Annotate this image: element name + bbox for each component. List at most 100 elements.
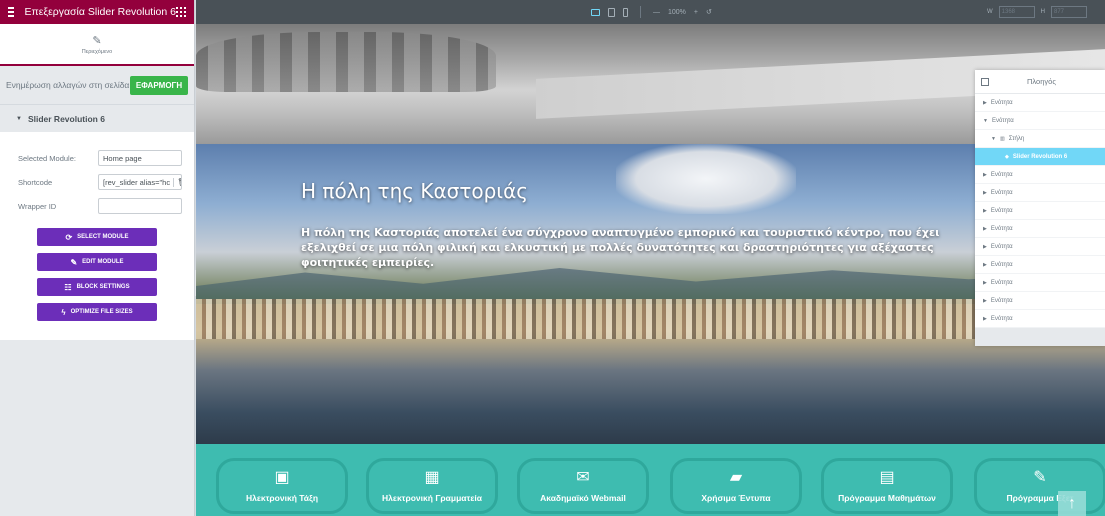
- module-buttons: ⟳ SELECT MODULE ✎ EDIT MODULE ☷ BLOCK SETTI…: [0, 228, 194, 321]
- pencil-icon: ✎: [92, 34, 102, 47]
- refresh-icon: ⟳: [65, 232, 73, 242]
- preview-canvas: Η πόλη της Καστοριάς Η πόλη της Καστοριά…: [196, 24, 1105, 516]
- navigator-item[interactable]: ▶ Ενότητα: [975, 202, 1105, 220]
- width-input[interactable]: 1368: [998, 6, 1035, 18]
- quick-link-label: Ηλεκτρονική Τάξη: [245, 493, 319, 503]
- select-module-button[interactable]: ⟳ SELECT MODULE: [37, 228, 157, 246]
- widgets-grid-icon[interactable]: [176, 7, 186, 17]
- navigator-item-label: Ενότητα: [990, 207, 1013, 214]
- selected-module-field: Selected Module: Home page: [0, 146, 194, 170]
- navigator-item-label: Ενότητα: [990, 225, 1013, 232]
- navigator-item[interactable]: ▶ Ενότητα: [975, 94, 1105, 112]
- caret-right-icon: ▶: [983, 189, 987, 196]
- navigator-resize-handle[interactable]: [975, 328, 1105, 346]
- panel-header: Επεξεργασία Slider Revolution 6: [0, 0, 194, 24]
- navigator-item-label: Ενότητα: [990, 315, 1013, 322]
- optimize-file-sizes-button[interactable]: ϟ OPTIMIZE FILE SIZES: [37, 303, 157, 321]
- navigator-item[interactable]: ▶ Ενότητα: [975, 184, 1105, 202]
- caret-down-icon: ▼: [16, 115, 22, 122]
- wrapper-id-input[interactable]: [98, 198, 182, 214]
- navigator-item[interactable]: ▶ Ενότητα: [975, 292, 1105, 310]
- field-label: Shortcode: [18, 177, 53, 187]
- navigator-item[interactable]: ▶ Ενότητα: [975, 310, 1105, 328]
- header-photo: [196, 24, 1105, 144]
- navigator-item-label: Ενότητα: [990, 261, 1013, 268]
- reset-zoom-icon[interactable]: ↺: [706, 8, 712, 16]
- quick-link-secretariat[interactable]: ▦ Ηλεκτρονική Γραμματεία: [366, 458, 498, 514]
- navigator-item-selected[interactable]: ◈ Slider Revolution 6: [975, 148, 1105, 166]
- zoom-in-icon[interactable]: +: [694, 9, 698, 16]
- shortcode-input[interactable]: [rev_slider alias="hc 🗑: [98, 174, 182, 190]
- quick-link-schedule[interactable]: ▤ Πρόγραμμα Μαθημάτων: [821, 458, 953, 514]
- width-label: W: [986, 9, 993, 15]
- section-toggle[interactable]: ▼ Slider Revolution 6: [0, 104, 194, 132]
- navigator-item[interactable]: ▶ Ενότητα: [975, 166, 1105, 184]
- calendar-icon: ▤: [879, 469, 895, 486]
- height-label: H: [1040, 9, 1045, 15]
- desktop-icon[interactable]: [591, 8, 600, 16]
- editor-panel: Επεξεργασία Slider Revolution 6 ✎ Περιεχ…: [0, 0, 195, 516]
- quick-link-label: Ηλεκτρονική Γραμματεία: [382, 493, 482, 503]
- quick-link-label: Χρήσιμα Έντυπα: [701, 493, 771, 503]
- hero-text: Η πόλη της Καστοριάς αποτελεί ένα σύγχρο…: [301, 226, 940, 269]
- button-label: SELECT MODULE: [77, 234, 129, 240]
- bolt-icon: ϟ: [61, 307, 66, 317]
- hero-title: Η πόλη της Καστοριάς: [301, 179, 528, 203]
- navigator-item-label: Ενότητα: [991, 117, 1014, 124]
- pencil-icon: ✎: [1033, 469, 1047, 486]
- navigator-item-label: Slider Revolution 6: [1012, 153, 1068, 160]
- edit-module-button[interactable]: ✎ EDIT MODULE: [37, 253, 157, 271]
- quick-link-eclass[interactable]: ▣ Ηλεκτρονική Τάξη: [216, 458, 348, 514]
- tablet-icon[interactable]: [608, 7, 615, 17]
- photo-trees: [196, 32, 496, 92]
- navigator-header[interactable]: Πλοηγός: [975, 70, 1105, 94]
- caret-right-icon: ▶: [983, 225, 987, 232]
- tab-content[interactable]: ✎ Περιεχόμενο: [0, 24, 194, 66]
- apply-button[interactable]: ΕΦΑΡΜΟΓΗ: [130, 75, 188, 95]
- arrow-up-icon: ↑: [1068, 494, 1076, 512]
- navigator-item[interactable]: ▶ Ενότητα: [975, 238, 1105, 256]
- shortcode-value: [rev_slider alias="hc: [103, 177, 171, 187]
- scroll-to-top-button[interactable]: ↑: [1058, 491, 1086, 516]
- navigator-item[interactable]: ▶ Ενότητα: [975, 274, 1105, 292]
- zoom-level: 100%: [668, 8, 686, 16]
- navigator-item-label: Ενότητα: [990, 171, 1013, 178]
- button-label: OPTIMIZE FILE SIZES: [70, 309, 133, 315]
- navigator-item[interactable]: ▶ Ενότητα: [975, 256, 1105, 274]
- section-body: Selected Module: Home page Shortcode [re…: [0, 132, 194, 340]
- navigator-item-label: Ενότητα: [990, 279, 1013, 286]
- navigator-item[interactable]: ▼ Ενότητα: [975, 112, 1105, 130]
- trash-icon[interactable]: 🗑: [173, 177, 181, 187]
- selected-module-input[interactable]: Home page: [98, 150, 182, 166]
- caret-right-icon: ▶: [983, 171, 987, 178]
- sliders-icon: ☷: [64, 282, 72, 292]
- field-label: Selected Module:: [18, 153, 76, 163]
- slider-icon: ◈: [1005, 153, 1009, 160]
- tab-content-label: Περιεχόμενο: [81, 48, 113, 55]
- collapse-all-icon[interactable]: [981, 77, 989, 86]
- caret-right-icon: ▶: [983, 261, 987, 268]
- menu-icon[interactable]: [8, 5, 15, 19]
- column-icon: ▥: [999, 135, 1005, 142]
- navigator-item-label: Ενότητα: [990, 99, 1013, 106]
- editor-root: Επεξεργασία Slider Revolution 6 ✎ Περιεχ…: [0, 0, 1105, 516]
- navigator-item[interactable]: ▶ Ενότητα: [975, 220, 1105, 238]
- height-input[interactable]: 877: [1051, 6, 1087, 18]
- zoom-out-icon[interactable]: —: [653, 9, 660, 16]
- caret-right-icon: ▶: [983, 279, 987, 286]
- mobile-icon[interactable]: [623, 7, 628, 17]
- quick-link-forms[interactable]: ▰ Χρήσιμα Έντυπα: [670, 458, 802, 514]
- field-label: Wrapper ID: [18, 201, 57, 211]
- quick-link-label: Πρόγραμμα Μαθημάτων: [838, 493, 936, 503]
- responsive-toolbar: — 100% + ↺ W 1368 H 877: [196, 0, 1105, 24]
- button-label: EDIT MODULE: [82, 259, 124, 265]
- block-settings-button[interactable]: ☷ BLOCK SETTINGS: [37, 278, 157, 296]
- caret-right-icon: ▶: [983, 315, 987, 322]
- quick-link-webmail[interactable]: ✉ Ακαδημαϊκό Webmail: [517, 458, 649, 514]
- navigator-item[interactable]: ▼ ▥ Στήλη: [975, 130, 1105, 148]
- navigator-item-label: Στήλη: [1008, 135, 1025, 142]
- viewport-size: W 1368 H 877: [987, 6, 1087, 18]
- device-switcher: — 100% + ↺: [591, 6, 712, 18]
- caret-right-icon: ▶: [983, 207, 987, 214]
- folder-icon: ▰: [729, 469, 743, 486]
